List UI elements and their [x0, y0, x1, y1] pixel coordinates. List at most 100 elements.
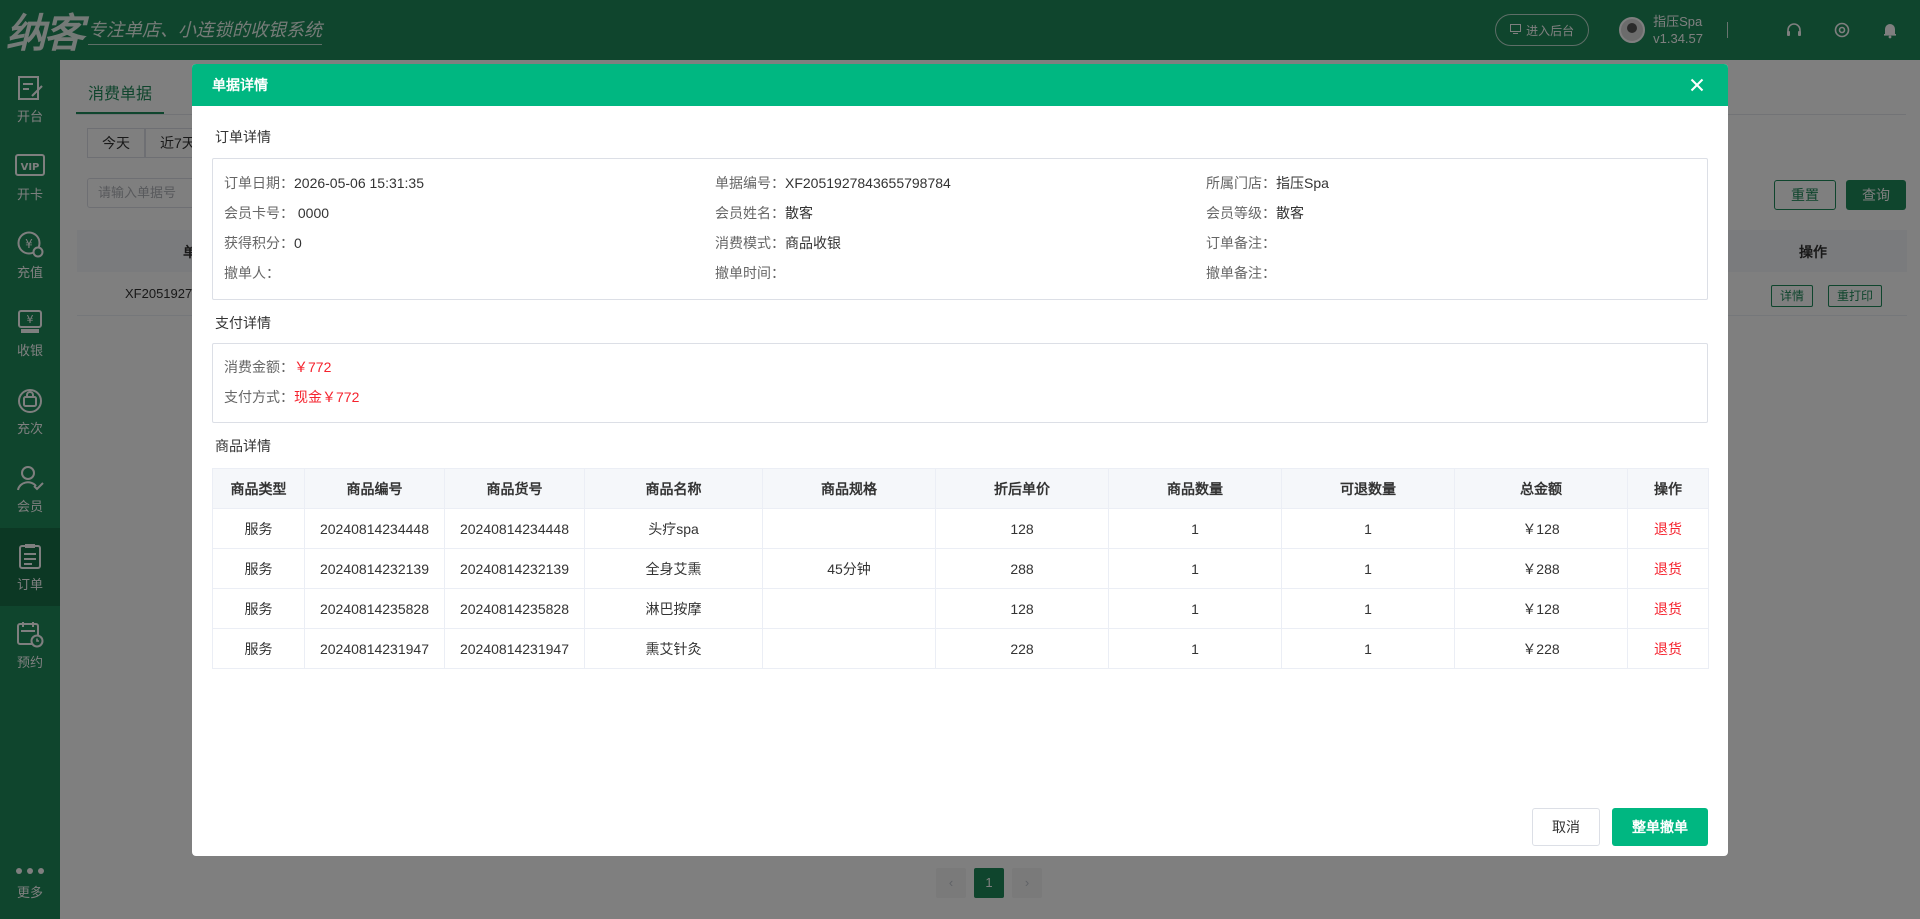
pay-amount-label: 消费金额：	[224, 359, 294, 375]
table-cell: 1	[1281, 508, 1455, 549]
table-cell: 1	[1281, 548, 1455, 589]
table-cell: 服务	[212, 588, 305, 629]
order-field-label: 撤单人：	[224, 265, 280, 281]
order-field: 获得积分：0	[224, 231, 715, 261]
dialog-title: 单据详情	[212, 77, 268, 93]
column-header: 商品数量	[1108, 468, 1282, 509]
order-info-box: 订单日期：2026-05-06 15:31:35 单据编号：XF205192784…	[212, 158, 1708, 300]
pay-method-label: 支付方式：	[224, 389, 294, 405]
table-cell: 服务	[212, 548, 305, 589]
column-header: 商品规格	[762, 468, 936, 509]
order-field-value: 0000	[294, 205, 330, 221]
order-field: 会员等级：散客	[1206, 201, 1697, 231]
table-cell: 服务	[212, 628, 305, 669]
order-field: 订单日期：2026-05-06 15:31:35	[224, 171, 715, 201]
order-field-label: 获得积分：	[224, 235, 294, 251]
order-field-value: 散客	[1276, 205, 1304, 221]
order-field: 撤单人：	[224, 261, 715, 291]
return-goods-link[interactable]: 退货	[1627, 508, 1709, 549]
order-field: 订单备注：	[1206, 231, 1697, 261]
order-field-label: 会员等级：	[1206, 205, 1276, 221]
order-field: 会员卡号： 0000	[224, 201, 715, 231]
table-cell: 128	[935, 588, 1109, 629]
column-header: 操作	[1627, 468, 1709, 509]
table-cell: 45分钟	[762, 548, 936, 589]
table-cell: 20240814232139	[444, 548, 585, 589]
order-field-label: 会员姓名：	[715, 205, 785, 221]
order-field-value: 0	[294, 235, 302, 251]
return-goods-link[interactable]: 退货	[1627, 628, 1709, 669]
revoke-whole-order-button[interactable]: 整单撤单	[1612, 808, 1708, 846]
order-field-label: 订单备注：	[1206, 235, 1276, 251]
table-cell: 1	[1281, 628, 1455, 669]
table-cell: 熏艾针灸	[584, 628, 763, 669]
order-section-title: 订单详情	[215, 129, 271, 145]
payment-section-title: 支付详情	[215, 315, 271, 331]
goods-table: 商品类型 商品编号 商品货号 商品名称 商品规格 折后单价 商品数量 可退数量 总金额 操作 服务…	[212, 468, 1709, 669]
table-cell: ￥288	[1454, 548, 1628, 589]
column-header: 商品类型	[212, 468, 305, 509]
pay-method-row: 支付方式：现金￥772	[213, 385, 1707, 415]
order-field: 消费模式：商品收银	[715, 231, 1206, 261]
table-cell	[762, 588, 936, 629]
goods-section-title: 商品详情	[215, 438, 271, 454]
pay-amount-row: 消费金额：￥772	[213, 355, 1707, 385]
pay-method-value: 现金￥772	[294, 389, 360, 405]
order-field-value: 2026-05-06 15:31:35	[294, 175, 424, 191]
column-header: 商品编号	[304, 468, 445, 509]
column-header: 总金额	[1454, 468, 1628, 509]
order-field-value: 商品收银	[785, 235, 841, 251]
table-cell: 20240814234448	[304, 508, 445, 549]
table-row: 服务 20240814232139 20240814232139 全身艾熏 45分钟 28…	[212, 548, 1709, 589]
table-cell: 20240814232139	[304, 548, 445, 589]
order-field-value: XF2051927843655798784	[785, 175, 951, 191]
table-row: 服务 20240814231947 20240814231947 熏艾针灸 228 1 1 ￥…	[212, 628, 1709, 669]
column-header: 商品货号	[444, 468, 585, 509]
order-field-value: 指压Spa	[1276, 175, 1329, 191]
table-cell: 20240814231947	[304, 628, 445, 669]
table-cell: 1	[1108, 508, 1282, 549]
table-cell: 1	[1108, 548, 1282, 589]
order-field: 单据编号：XF2051927843655798784	[715, 171, 1206, 201]
table-cell: 1	[1108, 628, 1282, 669]
return-goods-link[interactable]: 退货	[1627, 548, 1709, 589]
order-field-label: 会员卡号：	[224, 205, 294, 221]
order-field: 所属门店：指压Spa	[1206, 171, 1697, 201]
table-row: 服务 20240814234448 20240814234448 头疗spa 128 1 1…	[212, 508, 1709, 549]
table-cell: 全身艾熏	[584, 548, 763, 589]
table-cell: ￥128	[1454, 588, 1628, 629]
table-cell: 228	[935, 628, 1109, 669]
table-cell: 服务	[212, 508, 305, 549]
dialog-header: 单据详情	[192, 64, 1728, 106]
close-icon[interactable]	[1686, 74, 1708, 96]
payment-info-box: 消费金额：￥772 支付方式：现金￥772	[212, 343, 1708, 423]
column-header: 可退数量	[1281, 468, 1455, 509]
order-field-label: 撤单时间：	[715, 265, 785, 281]
table-cell: 128	[935, 508, 1109, 549]
order-detail-dialog: 单据详情 订单详情 订单日期：2026-05-06 15:31:35 单据编号：X…	[192, 64, 1728, 856]
column-header: 商品名称	[584, 468, 763, 509]
table-row: 服务 20240814235828 20240814235828 淋巴按摩 128 1 1 ￥…	[212, 588, 1709, 629]
return-goods-link[interactable]: 退货	[1627, 588, 1709, 629]
order-field-label: 单据编号：	[715, 175, 785, 191]
table-cell: 1	[1281, 588, 1455, 629]
table-cell	[762, 508, 936, 549]
table-cell: 20240814234448	[444, 508, 585, 549]
order-field-label: 消费模式：	[715, 235, 785, 251]
table-cell	[762, 628, 936, 669]
table-cell: 头疗spa	[584, 508, 763, 549]
table-cell: 20240814231947	[444, 628, 585, 669]
order-field-value: 散客	[785, 205, 813, 221]
order-field: 撤单时间：	[715, 261, 1206, 291]
column-header: 折后单价	[935, 468, 1109, 509]
order-field: 会员姓名：散客	[715, 201, 1206, 231]
goods-table-header: 商品类型 商品编号 商品货号 商品名称 商品规格 折后单价 商品数量 可退数量 总金额 操作	[212, 468, 1709, 509]
cancel-button[interactable]: 取消	[1532, 808, 1600, 846]
table-cell: 288	[935, 548, 1109, 589]
pay-amount-value: ￥772	[294, 359, 332, 375]
order-field-label: 撤单备注：	[1206, 265, 1276, 281]
order-field-label: 所属门店：	[1206, 175, 1276, 191]
table-cell: 20240814235828	[304, 588, 445, 629]
order-field-label: 订单日期：	[224, 175, 294, 191]
table-cell: 20240814235828	[444, 588, 585, 629]
